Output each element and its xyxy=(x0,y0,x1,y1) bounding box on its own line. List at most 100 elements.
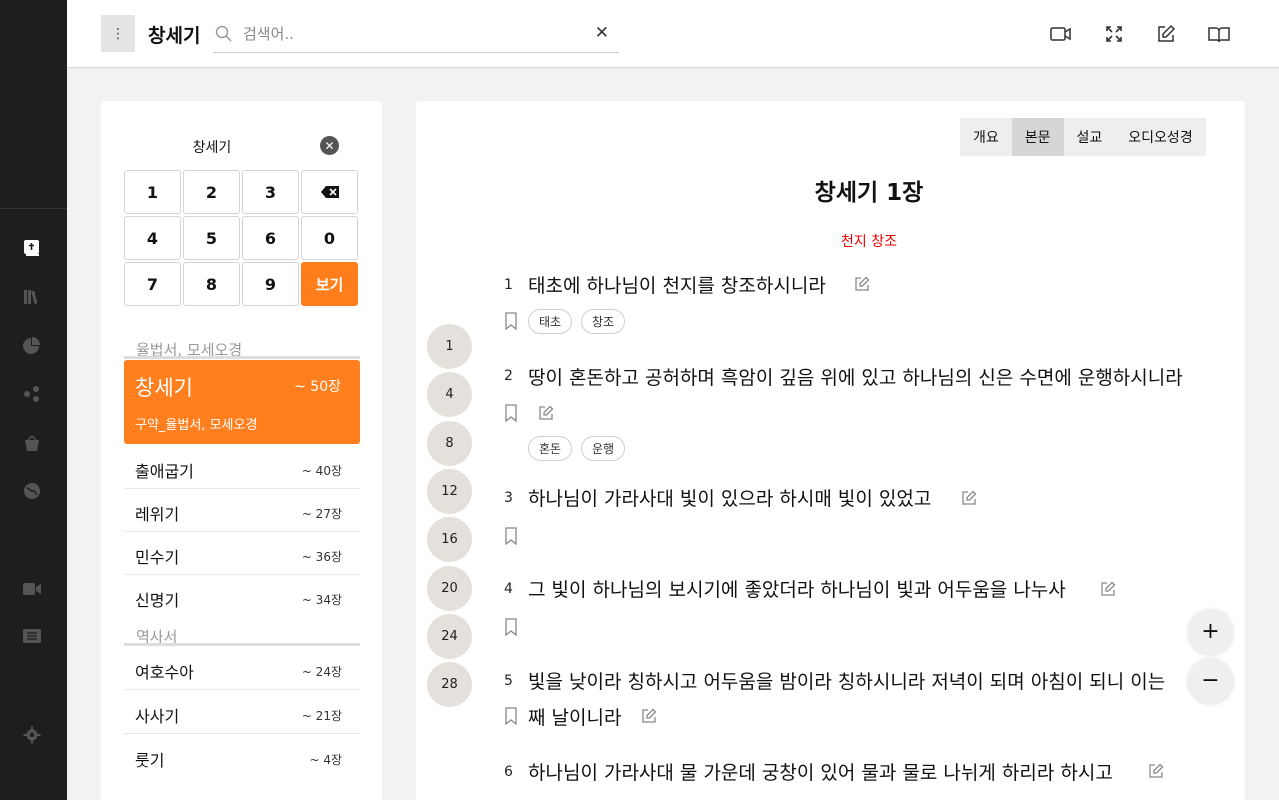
verse-jump-button[interactable]: 16 xyxy=(427,517,472,562)
edit-verse-icon[interactable] xyxy=(641,708,657,724)
search-bar: ✕ xyxy=(213,14,619,53)
basket-icon[interactable] xyxy=(22,433,42,453)
key-0[interactable]: 0 xyxy=(301,216,358,260)
key-1[interactable]: 1 xyxy=(124,170,181,214)
active-book-name: 창세기 xyxy=(135,376,193,400)
zoom-out-button[interactable]: − xyxy=(1188,658,1233,703)
key-6[interactable]: 6 xyxy=(242,216,299,260)
book-item-judges[interactable]: 사사기 ~ 21장 xyxy=(124,691,360,734)
open-book-icon[interactable] xyxy=(1208,24,1230,44)
reading-panel: 개요 본문 설교 오디오성경 창세기 1장 천지 창조 1 4 8 12 16 … xyxy=(416,101,1245,800)
verse-jump-button[interactable]: 28 xyxy=(427,662,472,707)
verse-jump-button[interactable]: 4 xyxy=(427,372,472,417)
key-2[interactable]: 2 xyxy=(183,170,240,214)
book-name: 민수기 xyxy=(135,548,180,567)
backspace-key[interactable] xyxy=(301,170,358,214)
verse-number: 2 xyxy=(504,368,513,384)
view-chapter-button[interactable]: 보기 xyxy=(301,262,358,306)
verse-jump-button[interactable]: 20 xyxy=(427,566,472,611)
edit-verse-icon[interactable] xyxy=(854,276,870,292)
key-5[interactable]: 5 xyxy=(183,216,240,260)
tab-overview[interactable]: 개요 xyxy=(960,118,1012,156)
clear-search-button[interactable]: ✕ xyxy=(595,23,609,43)
key-4[interactable]: 4 xyxy=(124,216,181,260)
verse-text[interactable]: 빛을 낮이라 칭하시고 어두움을 밤이라 칭하시니라 저녁이 되며 아침이 되니… xyxy=(528,667,1165,694)
active-book-count: ~ 50장 xyxy=(294,379,341,395)
book-count: ~ 40장 xyxy=(301,464,342,478)
book-count: ~ 24장 xyxy=(301,665,342,679)
top-header: ⋮ 창세기 ✕ xyxy=(67,0,1279,68)
book-name: 신명기 xyxy=(135,591,180,610)
book-item-joshua[interactable]: 여호수아 ~ 24장 xyxy=(124,647,360,690)
bookmark-icon[interactable] xyxy=(504,707,518,725)
verse-text[interactable]: 그 빛이 하나님의 보시기에 좋았더라 하나님이 빛과 어두움을 나누사 xyxy=(528,575,1066,602)
settings-gear-icon[interactable] xyxy=(22,725,42,745)
bible-icon[interactable] xyxy=(22,238,42,258)
verse-text-continued[interactable]: 째 날이니라 xyxy=(528,703,621,730)
keyword-tag[interactable]: 태초 xyxy=(528,309,573,334)
key-8[interactable]: 8 xyxy=(183,262,240,306)
edit-note-icon[interactable] xyxy=(1155,24,1177,44)
bookmark-icon[interactable] xyxy=(504,618,518,636)
verse-text[interactable]: 하나님이 가라사대 빛이 있으라 하시매 빛이 있었고 xyxy=(528,484,931,511)
verse-number: 6 xyxy=(504,764,513,780)
chapter-title: 창세기 1장 xyxy=(814,180,924,206)
zoom-in-button[interactable]: + xyxy=(1188,609,1233,654)
active-book-item[interactable]: 창세기 ~ 50장 구약_율법서, 모세오경 xyxy=(124,360,360,444)
book-item-deuteronomy[interactable]: 신명기 ~ 34장 xyxy=(124,575,360,618)
list-icon[interactable] xyxy=(22,626,42,646)
rail-divider xyxy=(0,208,67,209)
tab-audio-bible[interactable]: 오디오성경 xyxy=(1115,118,1205,156)
book-item-ruth[interactable]: 룻기 ~ 4장 xyxy=(124,735,360,778)
edit-verse-icon[interactable] xyxy=(538,405,554,421)
verse-text[interactable]: 땅이 혼돈하고 공허하며 흑암이 깊음 위에 있고 하나님의 신은 수면에 운행… xyxy=(528,363,1183,390)
verse-jump-button[interactable]: 24 xyxy=(427,614,472,659)
keyword-tag[interactable]: 혼돈 xyxy=(528,436,573,461)
book-name: 사사기 xyxy=(135,707,180,726)
backspace-icon xyxy=(320,186,339,198)
verse-number: 3 xyxy=(504,490,513,506)
section-divider xyxy=(124,356,360,359)
keyword-tag[interactable]: 운행 xyxy=(581,436,626,461)
active-book-category: 구약_율법서, 모세오경 xyxy=(135,418,258,433)
book-name: 레위기 xyxy=(135,505,180,524)
edit-verse-icon[interactable] xyxy=(1100,581,1116,597)
verse-jump-button[interactable]: 8 xyxy=(427,421,472,466)
current-book-title[interactable]: 창세기 xyxy=(148,21,200,48)
book-name: 여호수아 xyxy=(135,663,194,682)
key-9[interactable]: 9 xyxy=(242,262,299,306)
tab-text[interactable]: 본문 xyxy=(1011,118,1064,156)
keyword-tag[interactable]: 창조 xyxy=(581,309,626,334)
search-input[interactable] xyxy=(243,22,573,46)
book-name: 룻기 xyxy=(135,751,165,770)
share-icon[interactable] xyxy=(22,384,42,404)
edit-verse-icon[interactable] xyxy=(961,490,977,506)
book-item-numbers[interactable]: 민수기 ~ 36장 xyxy=(124,532,360,575)
edit-verse-icon[interactable] xyxy=(1148,763,1164,779)
picker-title: 창세기 xyxy=(192,140,232,156)
tab-sermon[interactable]: 설교 xyxy=(1064,118,1116,156)
video-camera-icon[interactable] xyxy=(1050,24,1072,44)
book-picker-panel: 창세기 ✕ 1 2 3 4 5 6 0 7 8 9 보기 율법서, 모세오경 창… xyxy=(101,101,382,800)
verse-text[interactable]: 태초에 하나님이 천지를 창조하시니라 xyxy=(528,271,826,298)
bookmark-icon[interactable] xyxy=(504,404,518,422)
verse-text[interactable]: 하나님이 가라사대 물 가운데 궁창이 있어 물과 물로 나뉘게 하리라 하시고 xyxy=(528,758,1113,785)
book-item-leviticus[interactable]: 레위기 ~ 27장 xyxy=(124,489,360,532)
globe-icon[interactable] xyxy=(22,481,42,501)
video-icon[interactable] xyxy=(22,579,42,599)
more-menu-button[interactable]: ⋮ xyxy=(101,15,135,52)
close-picker-icon[interactable]: ✕ xyxy=(320,136,339,155)
book-count: ~ 27장 xyxy=(301,507,342,521)
fullscreen-icon[interactable] xyxy=(1103,24,1125,44)
verse-jump-button[interactable]: 1 xyxy=(427,324,472,369)
verse-jump-button[interactable]: 12 xyxy=(427,469,472,514)
bookmark-icon[interactable] xyxy=(504,312,518,330)
key-7[interactable]: 7 xyxy=(124,262,181,306)
book-count: ~ 36장 xyxy=(301,550,342,564)
pie-chart-icon[interactable] xyxy=(22,335,42,355)
book-item-exodus[interactable]: 출애굽기 ~ 40장 xyxy=(124,446,360,489)
key-3[interactable]: 3 xyxy=(242,170,299,214)
bookmark-icon[interactable] xyxy=(504,527,518,545)
book-count: ~ 21장 xyxy=(301,709,342,723)
library-icon[interactable] xyxy=(22,287,42,307)
